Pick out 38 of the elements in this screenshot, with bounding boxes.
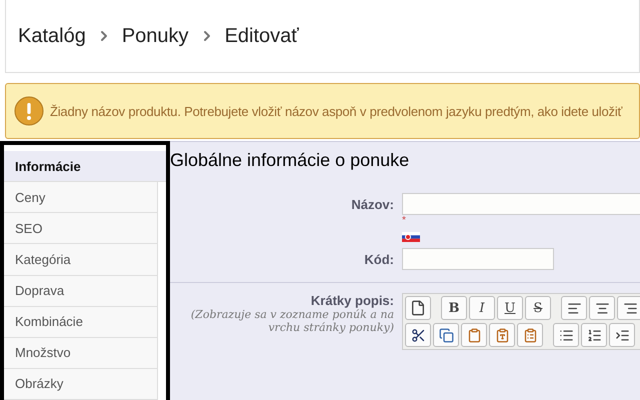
sidebar-tab[interactable]: Informácie (4, 151, 166, 182)
format-button[interactable]: I (469, 296, 495, 320)
section-heading: Globálne informácie o ponuke (170, 150, 410, 171)
paste-icon[interactable] (461, 323, 487, 347)
align-right-icon[interactable] (617, 296, 640, 320)
sidebar-tab[interactable]: Doprava (4, 276, 158, 307)
paste-text-icon[interactable] (489, 323, 515, 347)
sidebar-tab[interactable]: Kombinácie (4, 306, 158, 338)
indent-icon[interactable] (609, 323, 635, 347)
breadcrumb-item[interactable]: Ponuky (122, 24, 189, 48)
field-label: Kód: (363, 252, 394, 266)
paste-list-icon[interactable] (517, 323, 543, 347)
field-label: Názov: (350, 196, 394, 212)
name-input[interactable] (402, 193, 640, 215)
required-mark: * (402, 215, 407, 226)
format-button[interactable]: B (441, 296, 467, 320)
sidebar-tab[interactable]: Obrázky (4, 368, 158, 400)
breadcrumb-item[interactable]: Katalóg (18, 24, 86, 48)
code-input[interactable] (402, 248, 554, 270)
sidebar-tab[interactable]: SEO (4, 213, 158, 244)
numbered-list-icon[interactable] (581, 323, 607, 347)
flag-icon (402, 232, 420, 242)
align-left-icon[interactable] (561, 296, 587, 320)
align-center-icon[interactable] (589, 296, 615, 320)
copy-icon[interactable] (433, 323, 459, 347)
field-label: Krátky popis: (310, 293, 394, 308)
sidebar-tab[interactable]: Množstvo (4, 338, 158, 369)
warning-icon (14, 96, 44, 126)
field-hint: (Zobrazuje sa v zozname ponúk a na vrchu stránky ponuky) (190, 308, 394, 334)
cut-icon[interactable] (405, 323, 431, 347)
breadcrumb-item: Editovať (224, 24, 299, 48)
warning-text: Žiadny názov produktu. Potrebujete vložiť názov aspoň v predvolenom jazyku predtým, ako idete uložiť (50, 104, 622, 118)
bullet-list-icon[interactable] (553, 323, 579, 347)
format-button[interactable]: U (497, 296, 523, 320)
new-document-icon[interactable] (405, 296, 431, 320)
sidebar-tab[interactable]: Ceny (4, 182, 158, 214)
sidebar-tab[interactable]: Kategória (4, 244, 158, 276)
format-button[interactable]: S (525, 296, 551, 320)
